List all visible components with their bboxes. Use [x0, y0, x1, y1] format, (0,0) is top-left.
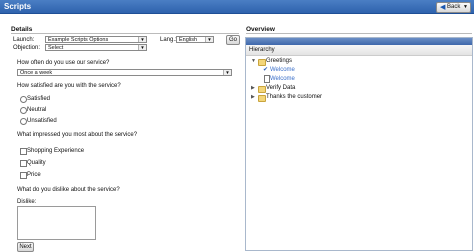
folder-icon — [258, 86, 266, 93]
window-title: Scripts — [4, 2, 32, 11]
dislike-textarea[interactable] — [17, 206, 96, 240]
question-dislike: What do you dislike about the service? — [17, 187, 120, 193]
tree-item-welcome[interactable]: Welcome — [270, 76, 295, 82]
objection-select-value: Select — [48, 45, 64, 51]
title-bar: Scripts ◀ Back ▼ — [0, 0, 474, 14]
question-frequency: How often do you use our service? — [17, 60, 110, 66]
radio-satisfied[interactable] — [20, 96, 27, 103]
folder-icon — [258, 95, 266, 102]
checkbox-price[interactable] — [20, 172, 27, 179]
go-button[interactable]: Go — [226, 35, 240, 45]
checkbox-shopping-experience[interactable] — [20, 148, 27, 155]
overview-section-title: Overview — [246, 26, 275, 33]
chevron-down-icon: ▼ — [138, 37, 146, 42]
dislike-label-text: Dislike: — [17, 199, 37, 205]
expand-triangle-icon[interactable]: ▶ — [251, 94, 255, 100]
radio-neutral[interactable] — [20, 107, 27, 114]
question-impressed: What impressed you most about the servic… — [17, 132, 138, 138]
back-button[interactable]: ◀ Back ▼ — [436, 2, 471, 13]
chevron-down-icon: ▼ — [205, 37, 213, 42]
checkbox-label: Price — [27, 172, 41, 178]
checkmark-icon: ✔ — [263, 67, 269, 73]
folder-icon — [258, 59, 266, 66]
radio-label: Satisfied — [27, 96, 51, 102]
expand-triangle-icon[interactable]: ▶ — [251, 85, 255, 91]
hierarchy-header: Hierarchy — [246, 45, 472, 56]
tree-item-welcome-current[interactable]: Welcome — [270, 67, 295, 73]
launch-label: Launch: — [13, 37, 35, 43]
radio-label: Unsatisfied — [27, 118, 57, 124]
launch-select[interactable]: Example Scripts Options ▼ — [45, 36, 147, 43]
overview-divider — [246, 33, 472, 34]
chevron-down-icon: ▼ — [138, 45, 146, 50]
frequency-select[interactable]: Once a week ▼ — [17, 69, 232, 76]
tree-item-thanks-customer[interactable]: Thanks the customer — [266, 94, 322, 100]
overview-header-bar — [246, 38, 472, 45]
chevron-down-icon: ▼ — [223, 70, 231, 75]
radio-label: Neutral — [27, 107, 47, 113]
launch-select-value: Example Scripts Options — [48, 37, 109, 43]
objection-label: Objection: — [13, 45, 41, 51]
tree-item-verify-data[interactable]: Verify Data — [266, 85, 295, 91]
hierarchy-label: Hierarchy — [249, 47, 275, 53]
checkbox-quality[interactable] — [20, 160, 27, 167]
collapse-triangle-icon[interactable]: ▼ — [251, 58, 256, 64]
chevron-down-icon: ▼ — [463, 4, 468, 10]
back-button-label: Back — [447, 4, 461, 10]
objection-select[interactable]: Select ▼ — [45, 44, 147, 51]
checkbox-label: Shopping Experience — [27, 148, 85, 154]
back-arrow-icon: ◀ — [440, 4, 446, 11]
frequency-select-value: Once a week — [20, 70, 53, 76]
radio-unsatisfied[interactable] — [20, 118, 27, 125]
question-satisfaction: How satisfied are you with the service? — [17, 83, 121, 89]
details-section-title: Details — [11, 26, 33, 33]
lang-select-value: English — [179, 37, 198, 43]
details-divider — [11, 33, 239, 34]
checkbox-label: Quality — [27, 160, 46, 166]
lang-select[interactable]: English ▼ — [176, 36, 214, 43]
tree-item-greetings[interactable]: Greetings — [266, 58, 292, 64]
lang-label: Lang.: — [160, 37, 177, 43]
